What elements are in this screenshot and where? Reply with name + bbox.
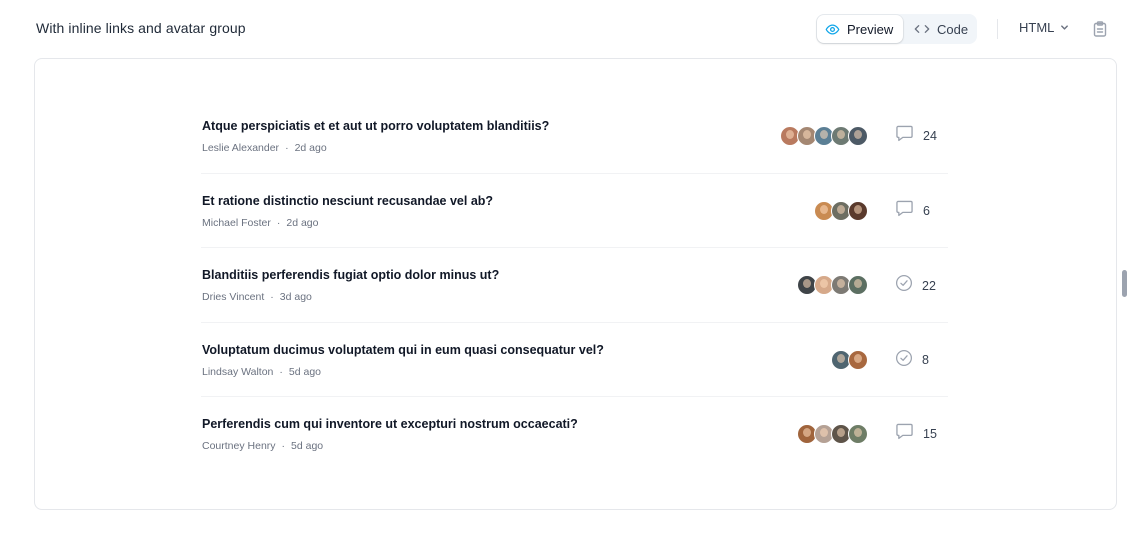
discussion-title-link[interactable]: Atque perspiciatis et et aut ut porro vo… <box>202 119 549 133</box>
discussion-time: 5d ago <box>288 365 322 378</box>
discussion-stat: 22 <box>895 274 936 297</box>
discussion-row: Atque perspiciatis et et aut ut porro vo… <box>201 99 948 174</box>
meta-separator: · <box>285 142 289 154</box>
chat-bubble-icon <box>895 423 923 445</box>
discussion-stat: 24 <box>895 125 937 147</box>
copy-button[interactable] <box>1093 21 1107 42</box>
avatar <box>848 275 868 295</box>
avatar-group <box>831 349 868 370</box>
discussion-row: Et ratione distinctio nesciunt recusanda… <box>201 174 948 248</box>
discussion-time: 2d ago <box>294 142 327 154</box>
discussion-row: Blanditiis perferendis fugiat optio dolo… <box>201 248 948 323</box>
author-link[interactable]: Dries Vincent <box>202 291 264 303</box>
discussion-list: Atque perspiciatis et et aut ut porro vo… <box>201 99 948 472</box>
discussion-meta: Leslie Alexander · 2d ago <box>202 142 327 154</box>
header-divider <box>997 19 998 39</box>
comment-count: 22 <box>922 278 936 293</box>
preview-label: Preview <box>847 21 894 37</box>
preview-tab[interactable]: Preview <box>817 15 903 43</box>
discussion-meta: Michael Foster · 2d ago <box>202 217 318 229</box>
discussion-time: 2d ago <box>286 216 319 229</box>
meta-separator: · <box>276 216 281 229</box>
comment-count: 24 <box>923 129 937 143</box>
author-link[interactable]: Lindsay Walton <box>202 366 273 378</box>
avatar <box>848 349 868 370</box>
code-tab[interactable]: Code <box>912 14 976 44</box>
language-label: HTML <box>1019 20 1055 35</box>
discussion-row: Perferendis cum qui inventore ut exceptu… <box>201 397 948 472</box>
avatar-group <box>780 126 868 146</box>
discussion-meta: Courtney Henry · 5d ago <box>202 440 323 452</box>
discussion-title-link[interactable]: Perferendis cum qui inventore ut exceptu… <box>202 417 578 431</box>
comment-count: 8 <box>922 353 929 367</box>
avatar <box>848 200 868 221</box>
author-link[interactable]: Courtney Henry <box>202 440 276 452</box>
chat-bubble-icon <box>895 200 923 222</box>
author-link[interactable]: Leslie Alexander <box>202 142 279 154</box>
discussion-title-link[interactable]: Blanditiis perferendis fugiat optio dolo… <box>202 268 499 282</box>
avatar <box>848 424 868 444</box>
eye-icon <box>825 24 840 34</box>
scrollbar-thumb[interactable] <box>1122 270 1127 297</box>
check-circle-icon <box>895 274 922 297</box>
language-select[interactable]: HTML <box>1019 20 1069 35</box>
comment-count: 6 <box>923 203 930 218</box>
code-brackets-icon <box>914 25 930 33</box>
clipboard-icon <box>1093 21 1107 37</box>
meta-separator: · <box>270 291 274 303</box>
discussion-stat: 6 <box>895 200 930 222</box>
example-header: With inline links and avatar group Previ… <box>0 0 1136 58</box>
view-toggle: Preview Code <box>816 14 977 44</box>
meta-separator: · <box>279 365 283 378</box>
discussion-stat: 15 <box>895 423 937 445</box>
meta-separator: · <box>281 440 286 452</box>
discussion-stat: 8 <box>895 349 929 372</box>
avatar-group <box>797 275 868 295</box>
discussion-time: 5d ago <box>291 440 324 452</box>
discussion-title-link[interactable]: Voluptatum ducimus voluptatem qui in eum… <box>202 343 604 357</box>
discussion-meta: Dries Vincent · 3d ago <box>202 291 312 303</box>
comment-count: 15 <box>923 427 937 441</box>
example-title: With inline links and avatar group <box>36 20 246 36</box>
chat-bubble-icon <box>895 125 923 147</box>
author-link[interactable]: Michael Foster <box>202 217 271 229</box>
discussion-time: 3d ago <box>279 291 312 303</box>
discussion-row: Voluptatum ducimus voluptatem qui in eum… <box>201 323 948 397</box>
chevron-down-icon <box>1061 25 1069 30</box>
avatar <box>848 126 868 146</box>
avatar-group <box>814 200 868 221</box>
discussion-title-link[interactable]: Et ratione distinctio nesciunt recusanda… <box>202 194 493 208</box>
avatar-group <box>797 424 868 444</box>
discussion-meta: Lindsay Walton · 5d ago <box>202 366 321 378</box>
code-label: Code <box>937 21 969 37</box>
check-circle-icon <box>895 349 922 372</box>
